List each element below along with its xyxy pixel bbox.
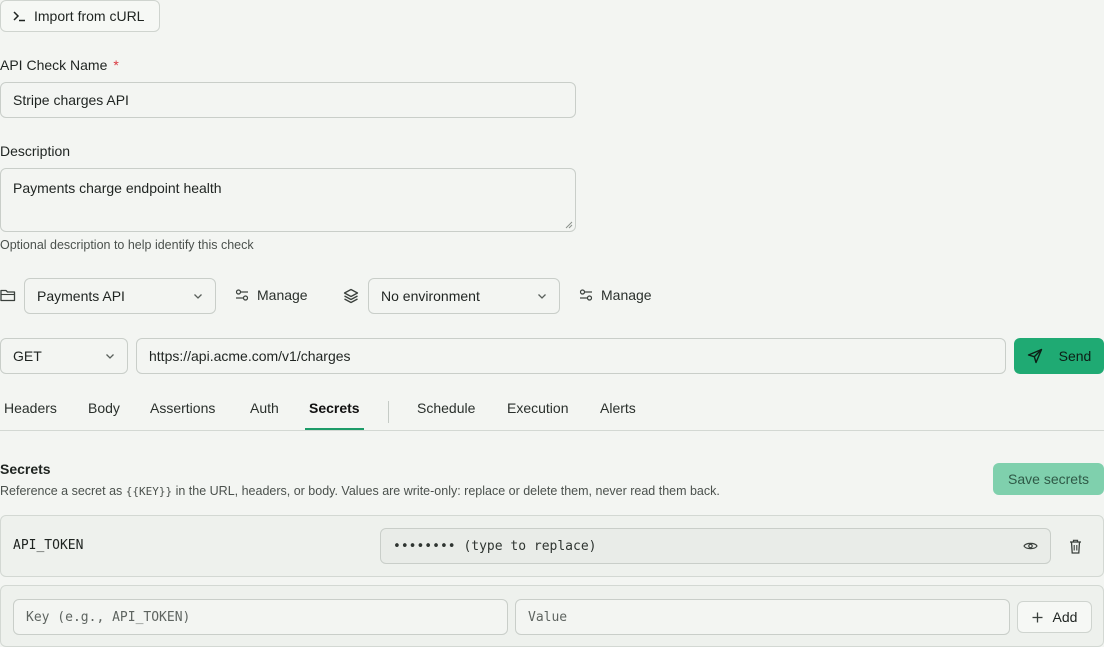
check-name-label: API Check Name * (0, 57, 119, 73)
plus-icon (1032, 612, 1043, 622)
secret-key: API_TOKEN (13, 538, 84, 553)
save-secrets-button[interactable]: Save secrets (993, 463, 1104, 495)
new-secret-row: Key (e.g., API_TOKEN) Value Add (0, 585, 1104, 647)
add-secret-button[interactable]: Add (1017, 601, 1092, 633)
description-hint: Optional description to help identify th… (0, 238, 254, 252)
description-textarea[interactable]: Payments charge endpoint health (0, 168, 576, 232)
send-button[interactable]: Send (1014, 338, 1104, 374)
new-secret-value-input[interactable]: Value (515, 599, 1010, 635)
tab-assertions[interactable]: Assertions (150, 400, 215, 430)
check-name-input[interactable]: Stripe charges API (0, 82, 576, 118)
description-label: Description (0, 143, 71, 159)
sliders-icon (235, 289, 249, 301)
manage-environments-button[interactable]: Manage (579, 287, 652, 303)
method-select[interactable]: GET (0, 338, 128, 374)
tab-divider (388, 401, 389, 423)
folder-icon (0, 289, 16, 302)
chevron-down-icon (194, 294, 202, 299)
tab-headers[interactable]: Headers (4, 400, 57, 430)
terminal-icon (13, 11, 25, 22)
sliders-icon (579, 289, 593, 301)
new-secret-key-input[interactable]: Key (e.g., API_TOKEN) (13, 599, 508, 635)
chevron-down-icon (538, 294, 546, 299)
import-curl-label: Import from cURL (34, 8, 145, 24)
chevron-down-icon (106, 354, 114, 359)
tab-execution[interactable]: Execution (507, 400, 568, 430)
secrets-description: Reference a secret as {{KEY}} in the URL… (0, 484, 720, 498)
import-curl-button[interactable]: Import from cURL (0, 0, 160, 32)
trash-icon[interactable] (1069, 539, 1082, 554)
tab-alerts[interactable]: Alerts (600, 400, 636, 430)
secret-value-input[interactable]: •••••••• (type to replace) (380, 528, 1051, 564)
secrets-title: Secrets (0, 461, 51, 477)
layers-icon (343, 288, 359, 304)
collection-select[interactable]: Payments API (24, 278, 216, 314)
tab-body[interactable]: Body (88, 400, 120, 430)
tabs-border (0, 430, 1104, 431)
secret-syntax-code: {{KEY}} (125, 485, 173, 498)
url-input[interactable]: https://api.acme.com/v1/charges (136, 338, 1006, 374)
tab-schedule[interactable]: Schedule (417, 400, 475, 430)
tab-secrets[interactable]: Secrets (309, 400, 360, 430)
resize-handle-icon[interactable] (565, 221, 573, 229)
manage-collections-button[interactable]: Manage (235, 287, 308, 303)
tab-auth[interactable]: Auth (250, 400, 279, 430)
required-mark: * (113, 57, 119, 73)
secret-row: API_TOKEN •••••••• (type to replace) (0, 515, 1104, 577)
eye-icon[interactable] (1023, 541, 1038, 551)
send-icon (1027, 348, 1042, 364)
environment-select[interactable]: No environment (368, 278, 560, 314)
